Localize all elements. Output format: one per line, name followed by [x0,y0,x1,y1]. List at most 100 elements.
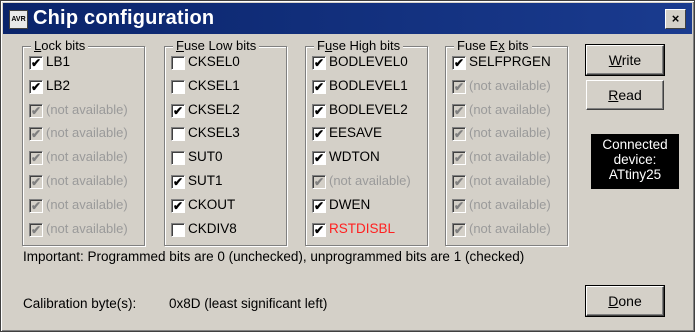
checkmark-icon: ✔ [452,222,466,237]
status-line-connected: Connected [602,137,668,152]
checkbox-label: (not available) [469,196,551,212]
checkbox-row: ✔ (not available) [452,78,566,99]
checkbox[interactable] [171,56,185,70]
lock-bits-group: Lock bits ✔ LB1 ✔ LB2 ✔ (not available) ✔ (not … [22,38,145,246]
checkmark-icon[interactable]: ✔ [312,79,326,94]
fuse-high-title-text: se High bits [332,38,401,53]
checkmark-icon[interactable]: ✔ [171,175,185,189]
fuse-high-title-pre: F [317,38,325,53]
fuse-ext-title-pre: Fuse E [457,38,499,53]
checkbox-label: SUT1 [188,173,223,188]
checkbox-label: (not available) [46,196,128,212]
checkbox-row: ✔ (not available) [452,125,566,146]
checkbox-row: ✔ (not available) [29,197,143,218]
checkmark-icon[interactable]: ✔ [312,127,326,142]
checkbox-label: CKDIV8 [188,220,237,236]
checkbox[interactable] [171,222,185,237]
checkbox-label: (not available) [46,101,128,117]
checkmark-icon[interactable]: ✔ [171,198,185,213]
checkbox-row[interactable]: ✔ BODLEVEL2 [312,102,426,123]
checkbox-label: CKSEL2 [188,101,240,117]
status-line-device-name: ATtiny25 [608,167,662,182]
read-button[interactable]: Read [586,80,664,110]
checkbox-row: ✔ (not available) [452,197,566,218]
fuse-ext-bits-title: Fuse Ex bits [454,38,532,53]
checkbox-label: (not available) [329,173,411,188]
checkbox-row[interactable]: ✔ BODLEVEL0 [312,54,426,75]
checkbox-row[interactable]: ✔ CKSEL2 [171,102,285,123]
checkmark-icon[interactable]: ✔ [29,56,43,70]
checkbox-row[interactable]: ✔ SUT1 [171,173,285,194]
checkbox-row[interactable]: ✔ RSTDISBL [312,221,426,242]
fuse-ext-bits-group: Fuse Ex bits ✔ SELFPRGEN ✔ (not available) ✔… [445,38,568,246]
close-button[interactable]: × [665,9,686,29]
checkmark-icon: ✔ [312,175,326,189]
fuse-low-title-accel: F [176,38,184,53]
write-accel: W [608,52,622,68]
checkbox-label: WDTON [329,149,380,165]
window-title: Chip configuration [33,7,215,29]
checkmark-icon: ✔ [452,127,466,142]
checkbox[interactable] [171,127,185,142]
checkmark-icon[interactable]: ✔ [312,103,326,118]
checkbox-row: ✔ (not available) [452,149,566,170]
checkbox-row: ✔ (not available) [312,173,426,194]
checkbox-label: (not available) [469,125,551,141]
checkbox-row[interactable]: CKDIV8 [171,221,285,242]
checkbox[interactable] [171,151,185,166]
title-bar[interactable]: AVR Chip configuration × [3,3,692,34]
important-note: Important: Programmed bits are 0 (unchec… [23,249,525,264]
checkbox-row[interactable]: ✔ DWEN [312,197,426,218]
checkbox-label: BODLEVEL1 [329,77,408,93]
done-button[interactable]: Done [585,285,665,317]
checkbox-label: BODLEVEL2 [329,101,408,117]
checkbox-row[interactable]: ✔ WDTON [312,149,426,170]
checkmark-icon: ✔ [29,103,43,118]
checkbox-row[interactable]: ✔ SELFPRGEN [452,54,566,75]
checkbox-label: SUT0 [188,149,223,165]
checkbox-label: (not available) [46,125,128,141]
connected-device-status: Connected device: ATtiny25 [591,134,679,189]
checkbox-label: (not available) [469,220,551,236]
checkbox-row: ✔ (not available) [29,102,143,123]
checkmark-icon: ✔ [452,151,466,166]
checkbox-label: RSTDISBL [329,220,396,236]
checkmark-icon[interactable]: ✔ [452,56,466,70]
fuse-low-bits-title: Fuse Low bits [173,38,260,53]
checkmark-icon: ✔ [29,175,43,189]
checkbox-label: (not available) [469,149,551,165]
checkbox-row[interactable]: ✔ LB1 [29,54,143,75]
checkmark-icon[interactable]: ✔ [312,222,326,237]
fuse-ext-title-text: bits [504,38,529,53]
checkbox-row[interactable]: CKSEL0 [171,54,285,75]
checkbox-label: CKSEL0 [188,54,240,69]
done-label: one [618,293,642,309]
checkbox-row[interactable]: ✔ BODLEVEL1 [312,78,426,99]
checkbox-row[interactable]: ✔ EESAVE [312,125,426,146]
checkbox-label: (not available) [469,77,551,93]
checkbox-row[interactable]: ✔ LB2 [29,78,143,99]
checkbox-row[interactable]: SUT0 [171,149,285,170]
fuse-high-bits-title: Fuse High bits [314,38,404,53]
write-label: rite [621,52,642,68]
avr-app-icon: AVR [9,10,28,29]
checkmark-icon[interactable]: ✔ [171,103,185,118]
checkbox-row: ✔ (not available) [29,221,143,242]
lock-bits-title-text: ock bits [41,38,86,53]
checkbox-row: ✔ (not available) [29,149,143,170]
checkmark-icon[interactable]: ✔ [312,198,326,213]
checkmark-icon: ✔ [452,175,466,189]
checkmark-icon: ✔ [452,79,466,94]
checkbox-row[interactable]: ✔ CKOUT [171,197,285,218]
lock-bits-title: Lock bits [31,38,89,53]
checkbox-row: ✔ (not available) [29,125,143,146]
read-label: ead [618,87,642,103]
checkbox-row[interactable]: CKSEL3 [171,125,285,146]
checkbox-label: SELFPRGEN [469,54,551,69]
checkmark-icon[interactable]: ✔ [29,79,43,94]
write-button[interactable]: Write [585,44,665,76]
checkmark-icon[interactable]: ✔ [312,151,326,166]
checkmark-icon[interactable]: ✔ [312,56,326,70]
checkbox-row[interactable]: CKSEL1 [171,78,285,99]
checkbox[interactable] [171,79,185,94]
